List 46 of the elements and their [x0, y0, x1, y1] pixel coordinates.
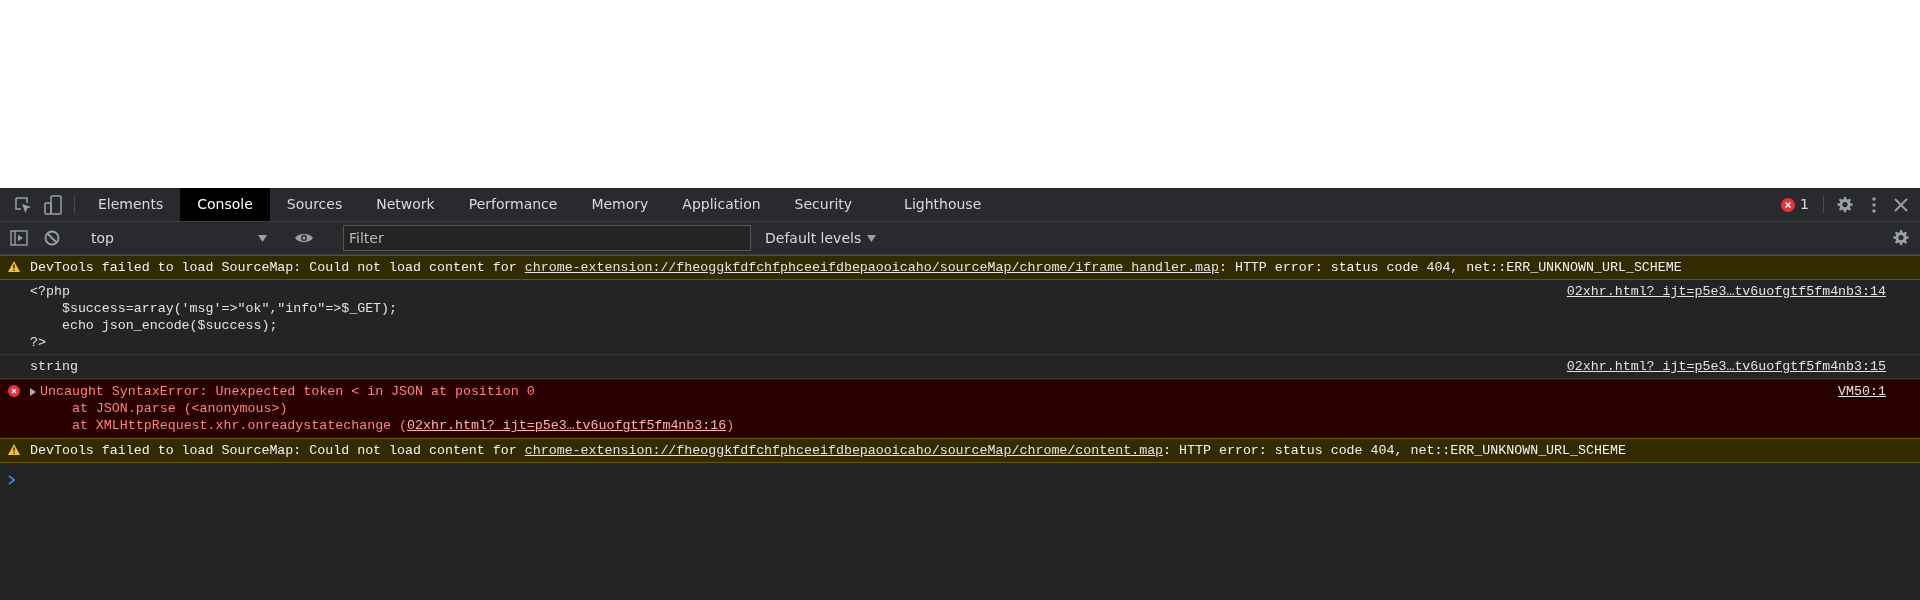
panel-tab[interactable]: Console — [180, 188, 270, 221]
log-levels-dropdown[interactable]: Default levels — [759, 226, 883, 250]
error-count[interactable]: 1 — [1773, 188, 1817, 221]
source-link[interactable]: VM50:1 — [1838, 383, 1886, 434]
warning-icon — [8, 261, 20, 272]
panel-tab[interactable]: Lighthouse — [887, 188, 999, 221]
source-link[interactable]: 02xhr.html?_ijt=p5e3…tv6uofgtf5fm4nb3:14 — [1566, 283, 1886, 351]
inspect-icon[interactable] — [14, 195, 32, 214]
clear-console-icon[interactable] — [44, 230, 60, 246]
log-line: echo json_encode($success); — [60, 317, 279, 334]
filter-field[interactable]: Filter — [343, 225, 751, 251]
prompt-icon — [8, 474, 16, 485]
expand-arrow-icon[interactable] — [30, 387, 36, 396]
panel-tab[interactable]: Memory — [574, 188, 666, 221]
panel-tab[interactable]: Elements — [81, 188, 181, 221]
caret-icon — [867, 234, 877, 242]
eye-icon[interactable] — [294, 232, 314, 244]
source-link[interactable]: 02xhr.html?_ijt=p5e3…tv6uofgtf5fm4nb3:15 — [1566, 358, 1886, 375]
log-line: ?> — [30, 334, 47, 351]
source-link[interactable]: chrome-extension://fheoggkfdfchfphceeifdbepaooicaho/sourceMap/chrome/content.map — [524, 443, 1164, 458]
error-icon — [1781, 197, 1796, 212]
panel-tab[interactable]: Application — [665, 188, 778, 221]
context-dropdown[interactable]: top — [83, 225, 273, 251]
error-line: at XMLHttpRequest.xhr.onreadystatechange (02xhr.html?_ijt=p5e3…tv6uofgtf5fm4nb3:16) — [70, 417, 736, 434]
source-link[interactable]: 02xhr.html?_ijt=p5e3…tv6uofgtf5fm4nb3:16 — [407, 418, 727, 433]
settings-icon[interactable] — [1892, 230, 1910, 246]
log-line: <?php — [30, 283, 71, 300]
more-options-icon[interactable] — [1872, 196, 1876, 213]
log-line: $success=array('msg'=>"ok","info"=>$_GET); — [60, 300, 399, 317]
device-toolbar-icon[interactable] — [44, 194, 62, 215]
warning-icon — [8, 444, 20, 455]
settings-icon[interactable] — [1836, 196, 1854, 213]
caret-icon — [258, 234, 267, 242]
sidebar-toggle-icon[interactable] — [10, 230, 28, 246]
source-link[interactable]: chrome-extension://fheoggkfdfchfphceeifdbepaooicaho/sourceMap/chrome/iframe_handler.map — [524, 260, 1219, 275]
error-icon — [8, 385, 20, 397]
console-message: DevTools failed to load SourceMap: Could not load content for chrome-extension://fheoggkfdfchfphceeifdbepaooicaho/sourceMap/chrome/content.map: HTTP error: status code 404, net::ERR_UNKNOWN_URL_SCHEME — [30, 442, 1627, 459]
panel-tab[interactable]: Sources — [269, 188, 360, 221]
panel-tab[interactable]: Security — [777, 188, 870, 221]
close-icon[interactable] — [1894, 197, 1908, 212]
panel-tab[interactable]: Network — [359, 188, 452, 221]
console-message: DevTools failed to load SourceMap: Could not load content for chrome-extension://fheoggkfdfchfphceeifdbepaooicaho/sourceMap/chrome/iframe_handler.map: HTTP error: status code 404, net::ERR_UNKNOWN_URL_SCHEME — [30, 259, 1683, 276]
error-line: Uncaught SyntaxError: Unexpected token < in JSON at position 0 — [40, 383, 535, 400]
error-line: at JSON.parse (<anonymous>) — [70, 400, 289, 417]
log-line: string — [30, 358, 79, 375]
panel-tab[interactable]: Performance — [451, 188, 575, 221]
